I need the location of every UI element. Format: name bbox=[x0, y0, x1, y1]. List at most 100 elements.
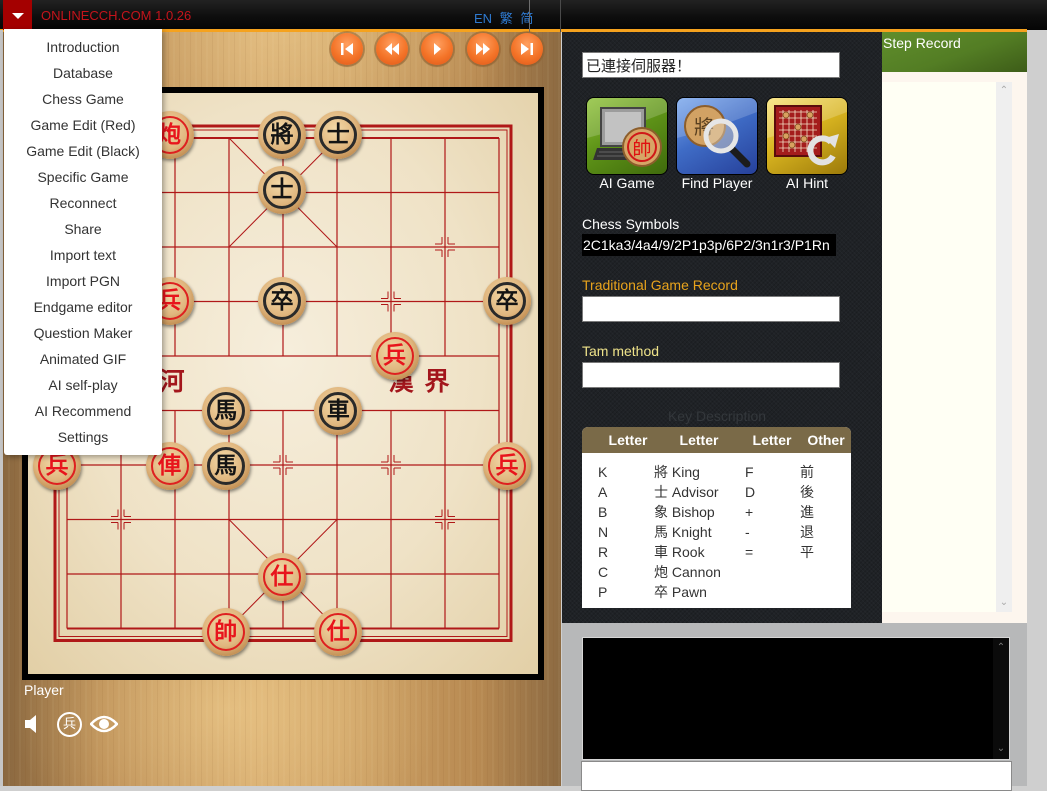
menu-toggle-button[interactable] bbox=[3, 0, 32, 30]
key-table-row: B 象 Bishop + 進 bbox=[582, 502, 851, 522]
piece-glyph: 仕 bbox=[326, 617, 350, 645]
play-button[interactable] bbox=[421, 33, 453, 65]
ai-game-glyph: 帥 bbox=[632, 138, 651, 160]
piece-glyph: 兵 bbox=[495, 452, 519, 480]
piece-black-knight[interactable]: 馬 bbox=[201, 442, 250, 491]
menu-item-reconnect[interactable]: Reconnect bbox=[4, 190, 162, 216]
menu-item-ai-recommend[interactable]: AI Recommend bbox=[4, 398, 162, 424]
key-table-row: C 炮 Cannon bbox=[582, 562, 851, 582]
main-menu: Introduction Database Chess Game Game Ed… bbox=[4, 29, 162, 455]
piece-glyph: 帥 bbox=[214, 617, 238, 645]
language-traditional-link[interactable]: 繁 bbox=[500, 11, 513, 26]
piece-red-pawn[interactable]: 兵 bbox=[483, 442, 531, 491]
key-cell: 象 Bishop bbox=[654, 504, 715, 520]
traditional-record-field[interactable] bbox=[582, 296, 840, 322]
speaker-icon[interactable] bbox=[24, 714, 42, 734]
menu-item-animated-gif[interactable]: Animated GIF bbox=[4, 346, 162, 372]
language-switcher: EN 繁 简 bbox=[474, 8, 537, 27]
menu-item-share[interactable]: Share bbox=[4, 216, 162, 242]
piece-black-knight[interactable]: 馬 bbox=[201, 387, 250, 435]
board-hint-icon bbox=[767, 98, 847, 166]
language-simplified-link[interactable]: 简 bbox=[520, 11, 533, 26]
piece-black-king[interactable]: 將 bbox=[258, 111, 306, 159]
piece-glyph: 馬 bbox=[214, 397, 238, 424]
piece-glyph: 兵 bbox=[45, 452, 69, 480]
menu-item-import-text[interactable]: Import text bbox=[4, 242, 162, 268]
key-table-row: K 將 King F 前 bbox=[582, 462, 851, 482]
previous-move-button[interactable] bbox=[376, 33, 408, 65]
fast-forward-icon bbox=[476, 43, 490, 55]
piece-black-advisor[interactable]: 士 bbox=[258, 166, 306, 215]
key-cell: K bbox=[598, 464, 608, 480]
key-cell: 車 Rook bbox=[654, 544, 705, 560]
menu-item-ai-self-play[interactable]: AI self-play bbox=[4, 372, 162, 398]
key-cell: B bbox=[598, 504, 608, 520]
control-panel: 帥 AI Game 將 Find Player bbox=[562, 32, 882, 623]
key-cell: 士 Advisor bbox=[654, 484, 719, 500]
key-header-other: Other bbox=[807, 432, 845, 448]
key-cell: P bbox=[598, 584, 608, 600]
piece-black-rook[interactable]: 車 bbox=[314, 387, 363, 435]
key-cell: + bbox=[745, 504, 754, 520]
piece-red-pawn[interactable]: 兵 bbox=[370, 331, 419, 380]
menu-item-introduction[interactable]: Introduction bbox=[4, 34, 162, 60]
chat-scrollbar[interactable]: ⌃ ⌄ bbox=[993, 638, 1009, 759]
chat-log[interactable]: ⌃ ⌄ bbox=[582, 637, 1010, 760]
menu-item-game-edit-black[interactable]: Game Edit (Black) bbox=[4, 138, 162, 164]
scroll-up-icon[interactable]: ⌃ bbox=[996, 84, 1012, 98]
piece-red-advisor[interactable]: 仕 bbox=[258, 552, 306, 601]
piece-glyph: 士 bbox=[326, 121, 350, 148]
key-description-table: Letter Letter Letter Other K 將 King F 前 … bbox=[582, 427, 851, 608]
step-record-scrollbar[interactable]: ⌃ ⌄ bbox=[996, 82, 1012, 612]
find-player-button[interactable]: 將 bbox=[677, 98, 757, 174]
menu-item-settings[interactable]: Settings bbox=[4, 424, 162, 450]
first-move-button[interactable] bbox=[331, 33, 363, 65]
scroll-up-icon[interactable]: ⌃ bbox=[993, 641, 1009, 655]
piece-black-advisor[interactable]: 士 bbox=[314, 111, 363, 159]
menu-item-question-maker[interactable]: Question Maker bbox=[4, 320, 162, 346]
piece-glyph: 卒 bbox=[495, 286, 519, 314]
menu-item-database[interactable]: Database bbox=[4, 60, 162, 86]
next-move-button[interactable] bbox=[467, 33, 499, 65]
last-move-button[interactable] bbox=[511, 33, 543, 65]
chess-symbols-field[interactable]: 2C1ka3/4a4/9/2P1p3p/6P2/3n1r3/P1Rn bbox=[582, 234, 836, 256]
traditional-record-label: Traditional Game Record bbox=[582, 277, 738, 293]
language-en-link[interactable]: EN bbox=[474, 11, 492, 26]
key-cell: 將 King bbox=[654, 464, 700, 480]
key-table-row: P 卒 Pawn bbox=[582, 582, 851, 602]
ai-game-button[interactable]: 帥 bbox=[587, 98, 667, 174]
scroll-down-icon[interactable]: ⌄ bbox=[993, 742, 1009, 756]
menu-item-endgame-editor[interactable]: Endgame editor bbox=[4, 294, 162, 320]
menu-item-chess-game[interactable]: Chess Game bbox=[4, 86, 162, 112]
menu-item-game-edit-red[interactable]: Game Edit (Red) bbox=[4, 112, 162, 138]
pawn-badge-icon[interactable]: 兵 bbox=[57, 712, 82, 737]
key-table-row: N 馬 Knight - 退 bbox=[582, 522, 851, 542]
scroll-down-icon[interactable]: ⌄ bbox=[996, 596, 1012, 610]
key-cell: D bbox=[745, 484, 756, 500]
eye-icon[interactable] bbox=[90, 714, 118, 734]
status-message-field[interactable] bbox=[582, 52, 840, 78]
tam-method-label: Tam method bbox=[582, 343, 660, 359]
step-record-header: Step Record bbox=[882, 32, 1027, 72]
menu-item-specific-game[interactable]: Specific Game bbox=[4, 164, 162, 190]
chess-symbols-label: Chess Symbols bbox=[582, 216, 680, 232]
app-title: ONLINECCH.COM 1.0.26 bbox=[41, 8, 192, 23]
piece-black-pawn[interactable]: 卒 bbox=[483, 276, 531, 325]
key-cell: 馬 Knight bbox=[654, 524, 712, 540]
computer-opponent-icon: 帥 bbox=[587, 98, 667, 167]
tam-method-field[interactable] bbox=[582, 362, 840, 388]
step-record-list[interactable] bbox=[882, 82, 996, 612]
piece-black-pawn[interactable]: 卒 bbox=[258, 276, 306, 325]
chat-input[interactable] bbox=[581, 761, 1012, 791]
piece-red-king[interactable]: 帥 bbox=[201, 607, 250, 656]
key-table-row: A 士 Advisor D 後 bbox=[582, 482, 851, 502]
piece-glyph: 士 bbox=[270, 176, 294, 204]
piece-red-advisor[interactable]: 仕 bbox=[314, 607, 363, 656]
piece-glyph: 馬 bbox=[214, 452, 238, 480]
ai-hint-button[interactable] bbox=[767, 98, 847, 174]
menu-item-import-pgn[interactable]: Import PGN bbox=[4, 268, 162, 294]
key-cell: 炮 Cannon bbox=[654, 564, 721, 580]
magnifier-piece-icon: 將 bbox=[677, 98, 757, 168]
panel-divider bbox=[560, 0, 561, 32]
key-header-letter-1: Letter bbox=[608, 432, 648, 448]
